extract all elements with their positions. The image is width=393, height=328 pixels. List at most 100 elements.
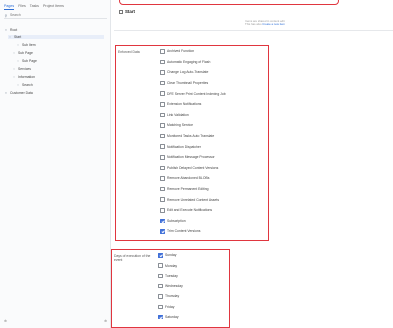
tree-item[interactable]: ▫ Search — [16, 83, 33, 88]
checkbox-option[interactable]: Remove Permanent Editing — [160, 186, 208, 192]
checkbox-option[interactable]: Notification Dispatcher — [160, 144, 201, 149]
checkbox-unchecked[interactable] — [158, 283, 163, 289]
checkbox-option[interactable]: Sunday — [158, 253, 177, 258]
tree-item-label: Sub Page — [22, 59, 37, 63]
checkbox-label: Saturday — [165, 315, 179, 319]
search-icon: ⚲ — [4, 13, 8, 18]
checkbox-option[interactable]: Automatic Engaging of Flash — [160, 59, 211, 65]
checkbox-option[interactable]: Tuesday — [158, 273, 178, 279]
page-icon: ▫ — [17, 83, 19, 88]
checkbox-label: Tuesday — [165, 273, 178, 278]
checkbox-option[interactable]: Notification Message Processor — [160, 155, 215, 160]
checkbox-unchecked[interactable] — [160, 49, 165, 54]
checkbox-label: Change Log Auto-Translate — [167, 70, 209, 75]
search-input[interactable] — [10, 13, 100, 18]
checkbox-option[interactable]: Clear Thumbnail Properties — [160, 80, 209, 86]
add-icon[interactable]: ⊕ — [4, 319, 7, 323]
checkbox-option[interactable]: Wednesday — [158, 283, 183, 289]
checkbox-option[interactable]: Remove Unrelated Content Assets — [160, 197, 219, 202]
tab-files[interactable]: Files — [18, 4, 26, 10]
page-icon: ▫ — [13, 51, 15, 56]
tree-item[interactable]: ▫ Sub Item — [16, 43, 35, 48]
checkbox-label: Automatic Engaging of Flash — [167, 59, 211, 64]
checkbox-option[interactable]: Thursday — [158, 294, 179, 299]
tree-item[interactable]: ▫ Services — [12, 67, 31, 71]
tree-item[interactable]: ▪ Root — [4, 28, 17, 32]
checkbox-label: Trim Content Versions — [167, 229, 201, 234]
checkbox-option[interactable]: Saturday — [158, 314, 179, 320]
checkbox-unchecked[interactable] — [160, 133, 165, 139]
checkbox-unchecked[interactable] — [158, 273, 163, 279]
enforced-data-field-label: Enforced Data — [118, 50, 140, 54]
tree-item-label: Information — [18, 75, 35, 79]
checkbox-label: Matching Service — [167, 123, 194, 128]
checkbox-checked[interactable] — [158, 253, 163, 258]
tree-item[interactable]: ▫ Sub Page — [12, 51, 33, 55]
checkbox-option[interactable]: Monitored Tasks Auto Translate — [160, 133, 215, 139]
checkbox-unchecked[interactable] — [160, 186, 165, 192]
checkbox-unchecked[interactable] — [160, 80, 165, 86]
checkbox-option[interactable]: Extension Notifications — [160, 102, 201, 107]
checkbox-checked[interactable] — [160, 229, 165, 234]
checkbox-option[interactable]: Publish Delayed Content Versions — [160, 165, 218, 171]
checkbox-unchecked[interactable] — [160, 102, 165, 107]
notice-link[interactable]: Create a new item — [262, 22, 285, 26]
checkbox-option[interactable]: Matching Service — [160, 123, 193, 128]
checkbox-unchecked[interactable] — [158, 294, 163, 299]
checkbox-option[interactable]: Edit and Execute Notifications — [160, 208, 212, 213]
checkbox-unchecked[interactable] — [160, 144, 165, 149]
tree-item-label: Services — [18, 67, 32, 71]
checkbox-unchecked[interactable] — [158, 304, 163, 309]
checkbox-option[interactable]: Subscription — [160, 218, 186, 224]
checkbox-option[interactable]: Link Validation — [160, 112, 189, 118]
tree-item-label: Start — [14, 35, 22, 39]
tree-item-label: Root — [10, 28, 18, 32]
tree-item[interactable]: ▫ Information — [12, 75, 35, 79]
search-box[interactable]: ⚲ — [4, 13, 107, 19]
checkbox-unchecked[interactable] — [160, 59, 165, 65]
checkbox-option[interactable]: Change Log Auto-Translate — [160, 70, 208, 75]
checkbox-option[interactable]: Remove Abandoned BLOBs — [160, 176, 209, 181]
checkbox-option[interactable]: Monday — [158, 263, 177, 268]
page-icon: ▫ — [17, 43, 19, 48]
page-icon: ▫ — [13, 67, 15, 72]
checkbox-checked[interactable] — [160, 218, 165, 224]
checkbox-unchecked[interactable] — [160, 112, 165, 118]
notice: Items are shared in content edit This ha… — [210, 19, 320, 27]
checkbox-option[interactable]: Friday — [158, 304, 174, 309]
checkbox-label: Subscription — [167, 218, 186, 223]
folder-icon: ▪ — [5, 91, 7, 96]
checkbox-option[interactable]: Archived Function — [160, 49, 194, 54]
checkbox-label: Wednesday — [165, 284, 183, 289]
checkbox-unchecked[interactable] — [160, 176, 165, 181]
tree-item-label: Search — [22, 83, 33, 87]
checkbox-unchecked[interactable] — [160, 91, 165, 96]
settings-icon[interactable]: ⊕ — [104, 319, 107, 323]
tree-item-label: Customer Data — [10, 91, 33, 95]
checkbox-label: Remove Unrelated Content Assets — [167, 197, 220, 202]
checkbox-option[interactable]: DFE Server Print Content Indexing Job — [160, 91, 226, 96]
checkbox-unchecked[interactable] — [160, 123, 165, 128]
checkbox-label: Monitored Tasks Auto Translate — [167, 134, 215, 138]
checkbox-unchecked[interactable] — [160, 70, 165, 75]
checkbox-unchecked[interactable] — [160, 155, 165, 160]
checkbox-label: Clear Thumbnail Properties — [167, 81, 209, 85]
tree-item[interactable]: ▫ Sub Page — [16, 59, 37, 63]
divider — [114, 30, 393, 31]
tree-item[interactable]: ▫ Start — [8, 35, 104, 40]
checkbox-unchecked[interactable] — [158, 263, 163, 268]
checkbox-label: Notification Message Processor — [167, 155, 215, 160]
checkbox-option[interactable]: Trim Content Versions — [160, 229, 200, 234]
checkbox-unchecked[interactable] — [160, 208, 165, 213]
checkbox-unchecked[interactable] — [160, 197, 165, 202]
sidebar-tabs: Pages Files Tasks Project Items — [4, 4, 64, 11]
sidebar-footer: ⊕ ⊕ — [0, 318, 111, 324]
tab-project-items[interactable]: Project Items — [43, 4, 64, 10]
checkbox-label: Edit and Execute Notifications — [167, 208, 213, 213]
checkbox-unchecked[interactable] — [160, 165, 165, 171]
tab-tasks[interactable]: Tasks — [30, 4, 39, 10]
checkbox-checked[interactable] — [158, 314, 163, 320]
tab-pages[interactable]: Pages — [4, 4, 15, 11]
tree-item[interactable]: ▪ Customer Data — [4, 91, 33, 96]
page-icon: ▫ — [13, 75, 15, 80]
